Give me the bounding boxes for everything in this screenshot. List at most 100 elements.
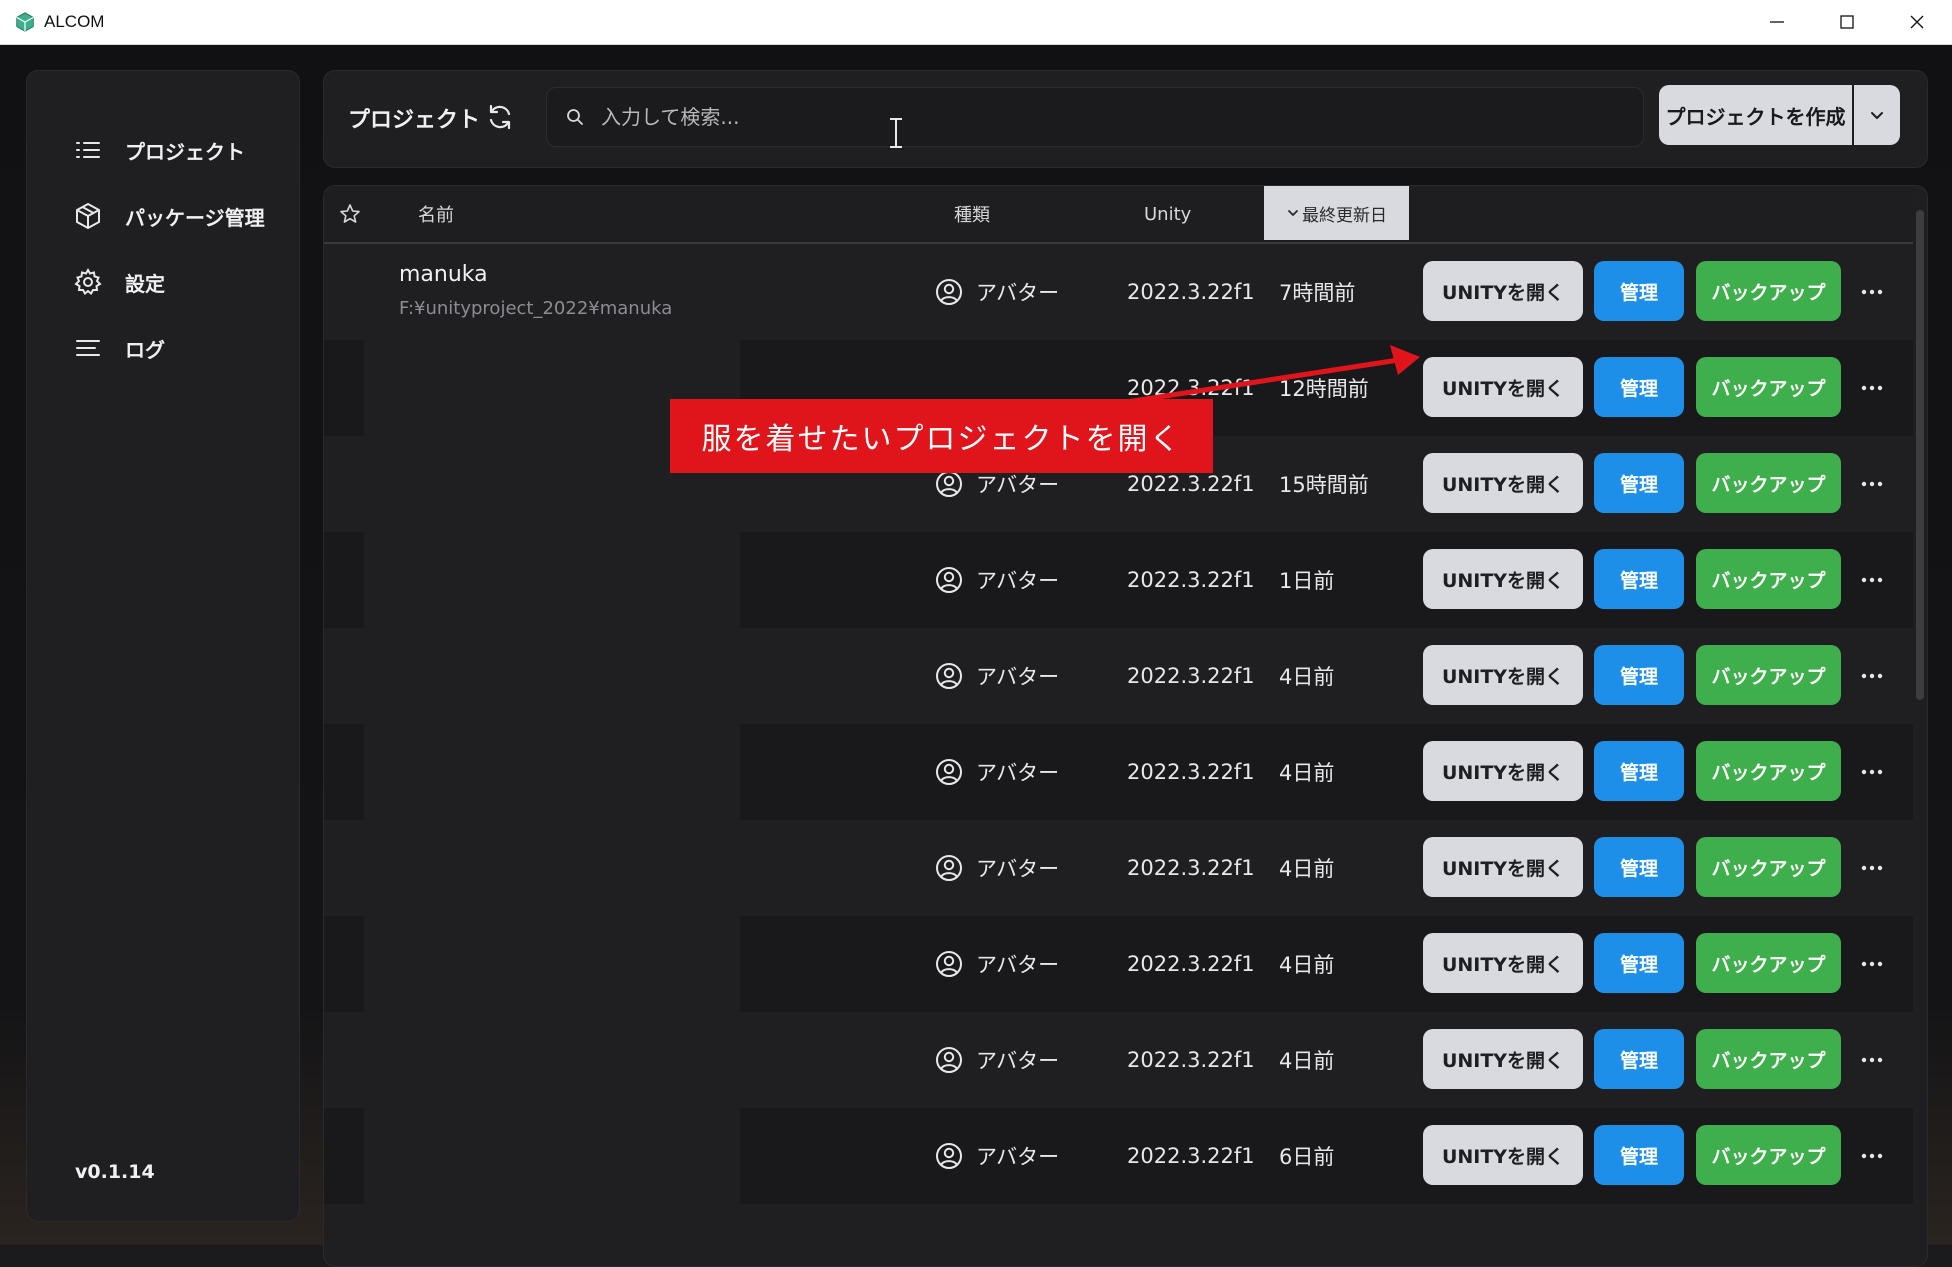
- more-options-button[interactable]: [1854, 562, 1890, 598]
- manage-button[interactable]: 管理: [1594, 357, 1684, 417]
- manage-button[interactable]: 管理: [1594, 549, 1684, 609]
- open-unity-button[interactable]: UNITYを開く: [1423, 933, 1583, 993]
- list-icon: [76, 142, 100, 158]
- column-header-type[interactable]: 種類: [954, 186, 990, 242]
- table-row: アバター 2022.3.22f1 4日前 UNITYを開く 管理 バックアップ: [324, 1012, 1913, 1108]
- sidebar: プロジェクト パッケージ管理 設定 ログ v0.1.14: [26, 70, 300, 1222]
- backup-button[interactable]: バックアップ: [1696, 261, 1841, 321]
- ellipsis-icon: [1861, 769, 1883, 775]
- open-unity-button[interactable]: UNITYを開く: [1423, 357, 1583, 417]
- avatar-icon: [936, 471, 962, 497]
- backup-button[interactable]: バックアップ: [1696, 837, 1841, 897]
- more-options-button[interactable]: [1854, 274, 1890, 310]
- annotation-callout: 服を着せたいプロジェクトを開く: [670, 399, 1213, 473]
- open-unity-button[interactable]: UNITYを開く: [1423, 741, 1583, 801]
- project-type: アバター: [934, 820, 1059, 916]
- text-cursor-icon: [890, 118, 902, 148]
- table-row: アバター 2022.3.22f1 4日前 UNITYを開く 管理 バックアップ: [324, 916, 1913, 1012]
- more-options-button[interactable]: [1854, 1138, 1890, 1174]
- project-type-label: アバター: [976, 857, 1060, 881]
- open-unity-button[interactable]: UNITYを開く: [1423, 453, 1583, 513]
- unity-version: 2022.3.22f1: [1127, 1144, 1255, 1168]
- backup-button[interactable]: バックアップ: [1696, 357, 1841, 417]
- table-row: アバター 2022.3.22f1 6日前 UNITYを開く 管理 バックアップ: [324, 1108, 1913, 1204]
- project-type-label: アバター: [976, 1145, 1060, 1169]
- column-header-unity[interactable]: Unity: [1144, 186, 1191, 242]
- app-body: プロジェクト パッケージ管理 設定 ログ v0.1.14 プロジェクト 入力して…: [0, 45, 1952, 1267]
- more-options-button[interactable]: [1854, 946, 1890, 982]
- open-unity-button[interactable]: UNITYを開く: [1423, 549, 1583, 609]
- lines-icon: [76, 340, 100, 356]
- manage-button[interactable]: 管理: [1594, 1125, 1684, 1185]
- refresh-icon: [489, 104, 511, 130]
- create-project-dropdown[interactable]: [1854, 85, 1900, 145]
- more-options-button[interactable]: [1854, 466, 1890, 502]
- star-icon: [340, 204, 360, 223]
- avatar-icon: [936, 279, 962, 305]
- ellipsis-icon: [1861, 289, 1883, 295]
- project-type-label: アバター: [976, 1049, 1060, 1073]
- sidebar-item-label: ログ: [125, 337, 165, 362]
- header-bar: プロジェクト プロジェクトを作成: [323, 70, 1928, 168]
- column-header-updated[interactable]: 最終更新日: [1264, 186, 1409, 240]
- close-icon: [1910, 15, 1924, 29]
- open-unity-button[interactable]: UNITYを開く: [1423, 261, 1583, 321]
- open-unity-button[interactable]: UNITYを開く: [1423, 1125, 1583, 1185]
- manage-button[interactable]: 管理: [1594, 645, 1684, 705]
- gear-icon: [74, 267, 102, 296]
- backup-button[interactable]: バックアップ: [1696, 453, 1841, 513]
- search-box[interactable]: [546, 87, 1644, 147]
- close-button[interactable]: [1882, 0, 1952, 44]
- maximize-button[interactable]: [1812, 0, 1882, 44]
- manage-button[interactable]: 管理: [1594, 741, 1684, 801]
- backup-button[interactable]: バックアップ: [1696, 1125, 1841, 1185]
- chevron-down-icon: [1288, 210, 1298, 217]
- create-project-button[interactable]: プロジェクトを作成: [1659, 85, 1852, 145]
- open-unity-button[interactable]: UNITYを開く: [1423, 837, 1583, 897]
- sidebar-item-label: 設定: [125, 271, 165, 296]
- avatar-icon: [936, 759, 962, 785]
- open-unity-button[interactable]: UNITYを開く: [1423, 1029, 1583, 1089]
- open-unity-button[interactable]: UNITYを開く: [1423, 645, 1583, 705]
- more-options-button[interactable]: [1854, 658, 1890, 694]
- more-options-button[interactable]: [1854, 1042, 1890, 1078]
- manage-button[interactable]: 管理: [1594, 837, 1684, 897]
- last-modified: 15時間前: [1279, 473, 1369, 497]
- scrollbar-thumb[interactable]: [1916, 210, 1924, 700]
- column-header-name[interactable]: 名前: [418, 186, 454, 242]
- backup-button[interactable]: バックアップ: [1696, 549, 1841, 609]
- sidebar-item-projects[interactable]: プロジェクト: [73, 130, 245, 170]
- sidebar-item-logs[interactable]: ログ: [73, 328, 165, 368]
- manage-button[interactable]: 管理: [1594, 933, 1684, 993]
- manage-button[interactable]: 管理: [1594, 1029, 1684, 1089]
- more-options-button[interactable]: [1854, 850, 1890, 886]
- backup-button[interactable]: バックアップ: [1696, 933, 1841, 993]
- table-scrollbar[interactable]: [1916, 200, 1924, 1266]
- minimize-icon: [1770, 21, 1784, 23]
- project-type-label: アバター: [976, 761, 1060, 785]
- sidebar-item-settings[interactable]: 設定: [73, 262, 165, 302]
- sidebar-item-packages[interactable]: パッケージ管理: [73, 196, 265, 236]
- window-controls: [1742, 0, 1952, 44]
- more-options-button[interactable]: [1854, 754, 1890, 790]
- unity-version: 2022.3.22f1: [1127, 1048, 1255, 1072]
- project-type-label: アバター: [976, 953, 1060, 977]
- project-type: アバター: [934, 628, 1059, 724]
- backup-button[interactable]: バックアップ: [1696, 741, 1841, 801]
- refresh-button[interactable]: [482, 99, 518, 135]
- search-input[interactable]: [599, 104, 1603, 130]
- minimize-button[interactable]: [1742, 0, 1812, 44]
- last-modified: 4日前: [1279, 761, 1335, 785]
- backup-button[interactable]: バックアップ: [1696, 645, 1841, 705]
- manage-button[interactable]: 管理: [1594, 261, 1684, 321]
- unity-version: 2022.3.22f1: [1127, 952, 1255, 976]
- manage-button[interactable]: 管理: [1594, 453, 1684, 513]
- table-row: アバター 2022.3.22f1 1日前 UNITYを開く 管理 バックアップ: [324, 532, 1913, 628]
- favorite-column-header[interactable]: [338, 186, 362, 242]
- page-title: プロジェクト: [348, 108, 481, 133]
- unity-version: 2022.3.22f1: [1127, 280, 1255, 304]
- backup-button[interactable]: バックアップ: [1696, 1029, 1841, 1089]
- title-bar: ALCOM: [0, 0, 1952, 45]
- more-options-button[interactable]: [1854, 370, 1890, 406]
- redacted-area: [364, 1108, 740, 1204]
